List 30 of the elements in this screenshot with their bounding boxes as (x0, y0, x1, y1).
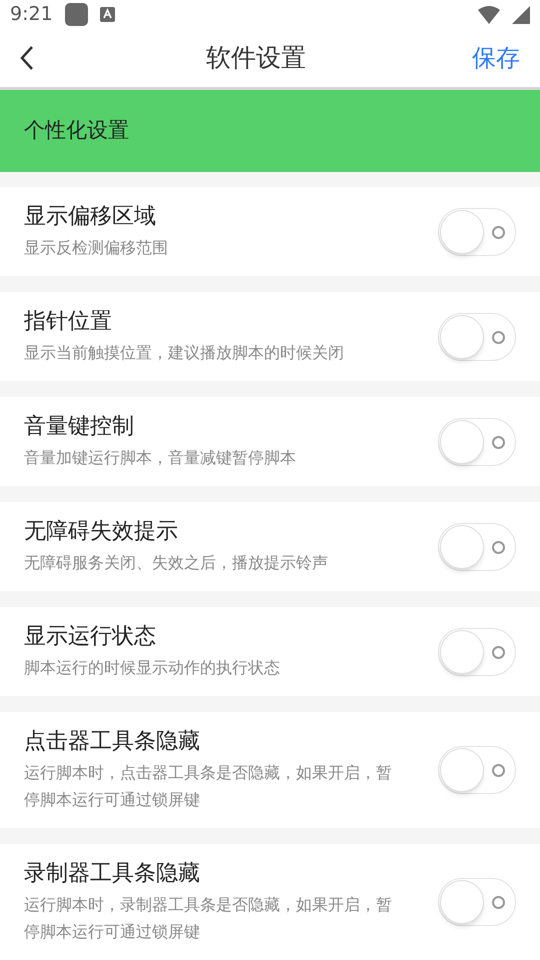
status-time: 9:21 (10, 2, 53, 28)
toggle-switch[interactable] (438, 312, 516, 360)
setting-title: 显示运行状态 (24, 623, 157, 651)
setting-title: 无障碍失效提示 (24, 518, 179, 546)
keyboard-icon (100, 7, 115, 22)
toggle-switch[interactable] (438, 522, 516, 570)
setting-title: 音量键控制 (24, 413, 135, 441)
signal-icon (512, 6, 530, 24)
setting-title: 显示偏移区域 (24, 203, 157, 231)
save-button[interactable]: 保存 (472, 40, 520, 76)
page-title: 软件设置 (205, 42, 307, 74)
toggle-switch[interactable] (438, 746, 516, 794)
toggle-switch[interactable] (438, 628, 516, 676)
setting-description: 运行脚本时，录制器工具条是否隐藏，如果开启，暂停脚本运行可通过锁屏键 (24, 894, 393, 943)
setting-title: 点击器工具条隐藏 (24, 728, 201, 756)
setting-description: 显示反检测偏移范围 (24, 237, 169, 259)
setting-description: 无障碍服务关闭、失效之后，播放提示铃声 (24, 552, 329, 574)
setting-title: 录制器工具条隐藏 (24, 860, 201, 888)
app-icon (64, 3, 88, 26)
setting-title: 指针位置 (24, 308, 113, 336)
toggle-switch[interactable] (438, 418, 516, 466)
toggle-switch[interactable] (438, 208, 516, 256)
setting-description: 运行脚本时，点击器工具条是否隐藏，如果开启，暂停脚本运行可通过锁屏键 (24, 762, 393, 811)
wifi-icon (478, 6, 500, 24)
setting-description: 脚本运行的时候显示动作的执行状态 (24, 657, 281, 679)
setting-description: 显示当前触摸位置，建议播放脚本的时候关闭 (24, 342, 345, 364)
setting-description: 音量加键运行脚本，音量减键暂停脚本 (24, 447, 297, 469)
section-header: 个性化设置 (0, 90, 540, 172)
toggle-switch[interactable] (438, 878, 516, 926)
back-icon (20, 45, 34, 71)
